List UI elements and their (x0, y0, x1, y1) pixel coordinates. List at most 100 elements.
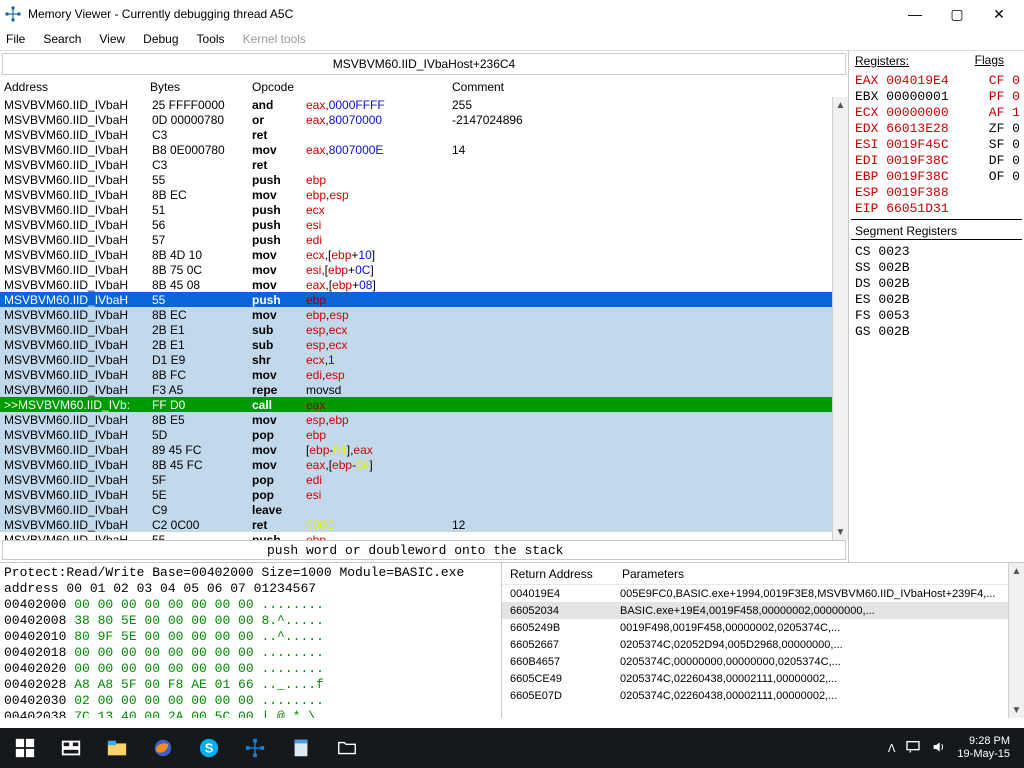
menu-debug[interactable]: Debug (143, 32, 178, 46)
task-view-icon[interactable] (48, 728, 94, 768)
flag-df[interactable]: DF 0 (989, 153, 1020, 169)
hex-row[interactable]: 00402028 A8 A8 5F 00 F8 AE 01 66 .._....… (4, 677, 497, 693)
disasm-scrollbar[interactable]: ▲ ▼ (832, 97, 848, 540)
disasm-row[interactable]: MSVBVM60.IID_IVbaH8B 45 08moveax,[ebp+08… (0, 277, 848, 292)
disasm-row[interactable]: MSVBVM60.IID_IVbaH8B FCmovedi,esp (0, 367, 848, 382)
flag-sf[interactable]: SF 0 (989, 137, 1020, 153)
address-path[interactable]: MSVBVM60.IID_IVbaHost+236C4 (2, 53, 846, 75)
disasm-row[interactable]: MSVBVM60.IID_IVbaHD1 E9shrecx,1 (0, 352, 848, 367)
disasm-row[interactable]: MSVBVM60.IID_IVbaH2B E1subesp,ecx (0, 337, 848, 352)
stack-row[interactable]: 66052034BASIC.exe+19E4,0019F458,00000002… (502, 602, 1024, 619)
disasm-row[interactable]: MSVBVM60.IID_IVbaH55pushebp (0, 532, 848, 540)
segment-register-fs[interactable]: FS 0053 (855, 308, 1018, 324)
hex-row[interactable]: 00402010 80 9F 5E 00 00 00 00 00 ..^....… (4, 629, 497, 645)
stack-col-return[interactable]: Return Address (510, 567, 610, 581)
segment-register-ss[interactable]: SS 002B (855, 260, 1018, 276)
flag-pf[interactable]: PF 0 (989, 89, 1020, 105)
disasm-row[interactable]: MSVBVM60.IID_IVbaH8B E5movesp,ebp (0, 412, 848, 427)
register-esp[interactable]: ESP 0019F388 (855, 185, 1018, 201)
taskbar-clock[interactable]: 9:28 PM 19-May-15 (957, 735, 1018, 761)
stack-row[interactable]: 660B46570205374C,00000000,00000000,02053… (502, 653, 1024, 670)
stack-scrollbar[interactable]: ▲ ▼ (1008, 563, 1024, 718)
flag-af[interactable]: AF 1 (989, 105, 1020, 121)
disasm-row[interactable]: MSVBVM60.IID_IVbaH8B ECmovebp,esp (0, 307, 848, 322)
call-stack-panel[interactable]: Return Address Parameters 004019E4005E9F… (502, 563, 1024, 718)
volume-icon[interactable] (931, 739, 947, 758)
disasm-row[interactable]: MSVBVM60.IID_IVbaH5Epopesi (0, 487, 848, 502)
flag-zf[interactable]: ZF 0 (989, 121, 1020, 137)
disasm-row[interactable]: MSVBVM60.IID_IVbaH51pushecx (0, 202, 848, 217)
register-eip[interactable]: EIP 66051D31 (855, 201, 1018, 217)
folder-icon[interactable] (324, 728, 370, 768)
menu-tools[interactable]: Tools (197, 32, 225, 46)
stack-col-params[interactable]: Parameters (622, 567, 684, 581)
stack-row[interactable]: 6605E07D0205374C,02260438,00002111,00000… (502, 687, 1024, 704)
segment-register-es[interactable]: ES 002B (855, 292, 1018, 308)
disasm-row[interactable]: MSVBVM60.IID_IVbaH0D 00000780oreax,80070… (0, 112, 848, 127)
titlebar[interactable]: Memory Viewer - Currently debugging thre… (0, 0, 1024, 28)
taskbar[interactable]: S ᐱ 9:28 PM 19-May-15 (0, 728, 1024, 768)
hex-row[interactable]: 00402008 38 80 5E 00 00 00 00 00 8.^....… (4, 613, 497, 629)
stack-row[interactable]: 660526670205374C,02052D94,005D2968,00000… (502, 636, 1024, 653)
disasm-row[interactable]: MSVBVM60.IID_IVbaH56pushesi (0, 217, 848, 232)
hex-row[interactable]: 00402038 7C 13 40 00 2A 00 5C 00 |.@.*.\… (4, 709, 497, 718)
maximize-button[interactable]: ▢ (936, 2, 978, 26)
col-bytes[interactable]: Bytes (150, 80, 252, 94)
disasm-row[interactable]: MSVBVM60.IID_IVbaHF3 A5repe movsd (0, 382, 848, 397)
close-button[interactable]: ✕ (978, 2, 1020, 26)
skype-icon[interactable]: S (186, 728, 232, 768)
disasm-row[interactable]: MSVBVM60.IID_IVbaHB8 0E000780moveax,8007… (0, 142, 848, 157)
notepad-icon[interactable] (278, 728, 324, 768)
disasm-row[interactable]: MSVBVM60.IID_IVbaH8B 4D 10movecx,[ebp+10… (0, 247, 848, 262)
menu-view[interactable]: View (99, 32, 125, 46)
scroll-down-icon[interactable]: ▼ (1009, 702, 1024, 718)
hex-dump-panel[interactable]: Protect:Read/Write Base=00402000 Size=10… (0, 563, 502, 718)
hex-row[interactable]: 00402030 02 00 00 00 00 00 00 00 .......… (4, 693, 497, 709)
minimize-button[interactable]: — (894, 2, 936, 26)
segment-register-gs[interactable]: GS 002B (855, 324, 1018, 340)
disasm-row[interactable]: MSVBVM60.IID_IVbaHC2 0C00ret000C12 (0, 517, 848, 532)
disasm-row[interactable]: MSVBVM60.IID_IVbaH8B 45 FCmoveax,[ebp-04… (0, 457, 848, 472)
firefox-icon[interactable] (140, 728, 186, 768)
disasm-row[interactable]: MSVBVM60.IID_IVbaHC3ret (0, 127, 848, 142)
disasm-row[interactable]: MSVBVM60.IID_IVbaH25 FFFF0000andeax,0000… (0, 97, 848, 112)
tray-up-icon[interactable]: ᐱ (888, 742, 896, 755)
segment-register-ds[interactable]: DS 002B (855, 276, 1018, 292)
menu-file[interactable]: File (6, 32, 25, 46)
flag-cf[interactable]: CF 0 (989, 73, 1020, 89)
scroll-up-icon[interactable]: ▲ (833, 97, 848, 113)
scroll-up-icon[interactable]: ▲ (1009, 563, 1024, 579)
menu-search[interactable]: Search (43, 32, 81, 46)
disasm-row[interactable]: >>MSVBVM60.IID_IVb:FF D0calleax (0, 397, 848, 412)
disasm-row[interactable]: MSVBVM60.IID_IVbaHC3ret (0, 157, 848, 172)
flag-of[interactable]: OF 0 (989, 169, 1020, 185)
stack-row[interactable]: 004019E4005E9FC0,BASIC.exe+1994,0019F3E8… (502, 585, 1024, 602)
disasm-row[interactable]: MSVBVM60.IID_IVbaH8B ECmovebp,esp (0, 187, 848, 202)
disasm-row[interactable]: MSVBVM60.IID_IVbaH57pushedi (0, 232, 848, 247)
disasm-row[interactable]: MSVBVM60.IID_IVbaH55pushebp (0, 292, 848, 307)
disasm-row[interactable]: MSVBVM60.IID_IVbaH8B 75 0Cmovesi,[ebp+0C… (0, 262, 848, 277)
cheat-engine-icon[interactable] (232, 728, 278, 768)
disasm-row[interactable]: MSVBVM60.IID_IVbaH5Fpopedi (0, 472, 848, 487)
disasm-row[interactable]: MSVBVM60.IID_IVbaH2B E1subesp,ecx (0, 322, 848, 337)
hex-row[interactable]: 00402000 00 00 00 00 00 00 00 00 .......… (4, 597, 497, 613)
disasm-row[interactable]: MSVBVM60.IID_IVbaH55pushebp (0, 172, 848, 187)
hex-row[interactable]: 00402018 00 00 00 00 00 00 00 00 .......… (4, 645, 497, 661)
system-tray[interactable]: ᐱ 9:28 PM 19-May-15 (888, 735, 1022, 761)
action-center-icon[interactable] (905, 739, 921, 758)
hex-row[interactable]: 00402020 00 00 00 00 00 00 00 00 .......… (4, 661, 497, 677)
disasm-row[interactable]: MSVBVM60.IID_IVbaH5Dpopebp (0, 427, 848, 442)
file-explorer-icon[interactable] (94, 728, 140, 768)
col-comment[interactable]: Comment (452, 80, 752, 94)
col-address[interactable]: Address (4, 80, 150, 94)
disasm-row[interactable]: MSVBVM60.IID_IVbaHC9leave (0, 502, 848, 517)
col-opcode[interactable]: Opcode (252, 80, 452, 94)
stack-row[interactable]: 6605249B0019F498,0019F458,00000002,02053… (502, 619, 1024, 636)
stack-row[interactable]: 6605CE490205374C,02260438,00002111,00000… (502, 670, 1024, 687)
menu-kernel-tools[interactable]: Kernel tools (243, 32, 306, 46)
disasm-row[interactable]: MSVBVM60.IID_IVbaH89 45 FCmov[ebp-04],ea… (0, 442, 848, 457)
scroll-down-icon[interactable]: ▼ (833, 524, 848, 540)
disassembly-list[interactable]: MSVBVM60.IID_IVbaH25 FFFF0000andeax,0000… (0, 97, 848, 540)
segment-register-cs[interactable]: CS 0023 (855, 244, 1018, 260)
start-button[interactable] (2, 728, 48, 768)
